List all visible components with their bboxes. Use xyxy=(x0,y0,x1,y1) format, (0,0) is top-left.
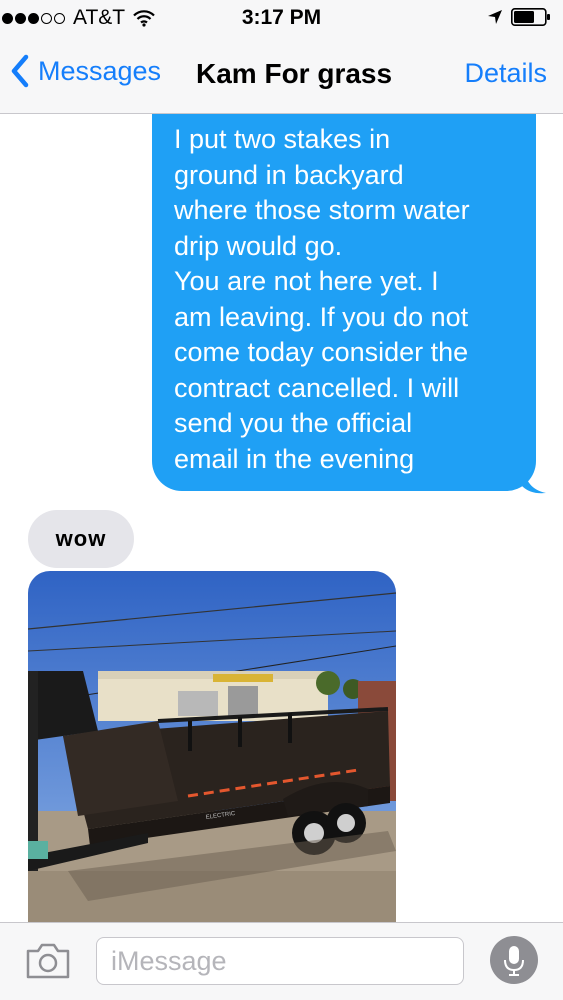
chevron-left-icon xyxy=(11,54,29,88)
conversation-title: Kam For grass xyxy=(196,58,393,89)
battery-icon xyxy=(511,8,550,26)
back-button[interactable]: Messages xyxy=(10,54,161,88)
status-time: 3:17 PM xyxy=(241,6,322,29)
outgoing-message-bubble[interactable]: I put two stakes in ground in backyard w… xyxy=(152,114,536,491)
imessage-input[interactable] xyxy=(96,937,464,985)
photo-dump-trailer: ELECTRIC xyxy=(28,571,396,922)
camera-icon[interactable] xyxy=(24,941,72,981)
message-input-bar xyxy=(0,922,563,1000)
microphone-button[interactable] xyxy=(490,936,538,984)
incoming-photo-message[interactable]: ELECTRIC xyxy=(28,571,396,922)
navigation-bar: Messages Kam For grass Details xyxy=(0,38,563,114)
microphone-icon xyxy=(504,946,524,976)
bubble-tail xyxy=(522,466,546,494)
details-button[interactable]: Details xyxy=(464,58,547,89)
location-arrow-icon xyxy=(488,10,502,24)
status-right xyxy=(487,8,551,26)
status-bar: AT&T 3:17 PM xyxy=(0,0,563,38)
incoming-message-bubble[interactable]: wow xyxy=(28,510,134,568)
message-thread[interactable]: I put two stakes in ground in backyard w… xyxy=(0,114,563,922)
back-button-label: Messages xyxy=(38,55,162,86)
